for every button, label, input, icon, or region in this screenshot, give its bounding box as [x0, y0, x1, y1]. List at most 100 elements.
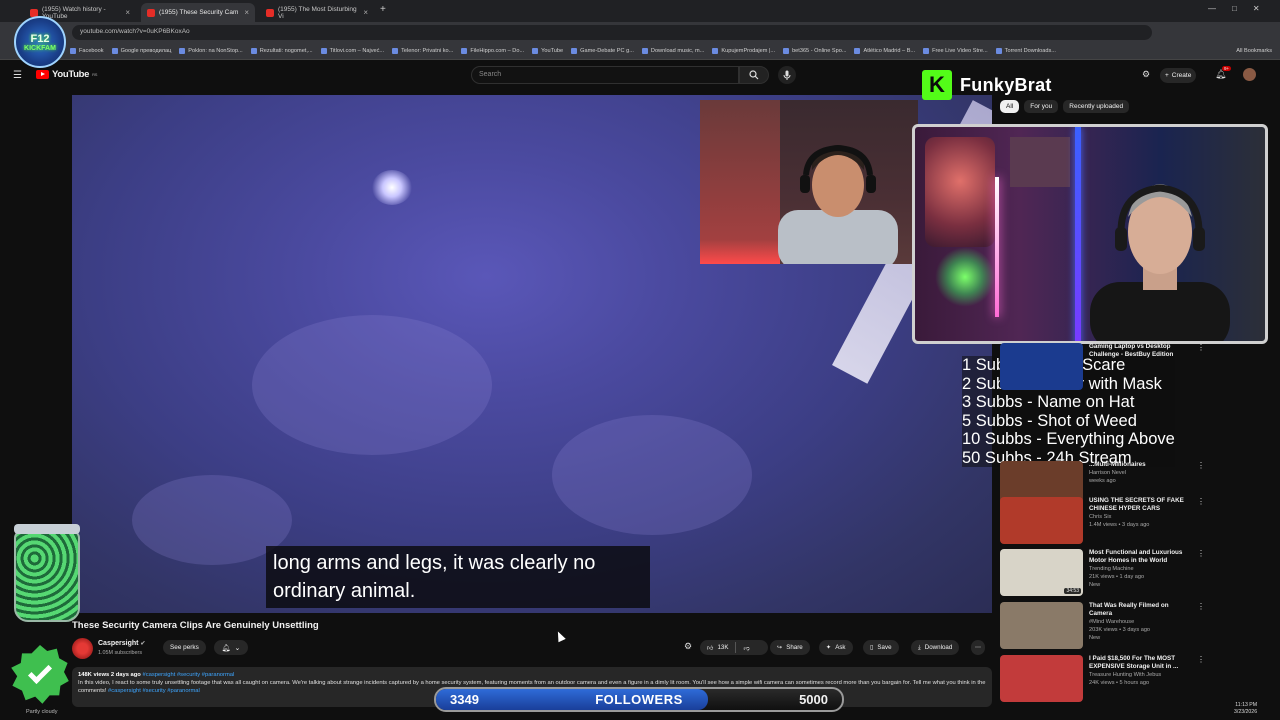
- channel-avatar[interactable]: [72, 638, 93, 659]
- search-button[interactable]: [739, 66, 769, 84]
- chip-recently-uploaded[interactable]: Recently uploaded: [1063, 100, 1130, 113]
- recommendation-item[interactable]: USING THE SECRETS OF FAKE CHINESE HYPER …: [1000, 497, 1205, 547]
- more-options-icon[interactable]: ⋮: [1197, 497, 1205, 547]
- f12-line-1: F12: [30, 32, 50, 45]
- share-icon: ↪: [777, 644, 783, 651]
- bookmark-label: Free Live Video Stre...: [932, 48, 988, 54]
- create-button[interactable]: + Create: [1160, 68, 1197, 83]
- chip-for-you[interactable]: For you: [1024, 100, 1059, 113]
- account-avatar[interactable]: [1243, 68, 1256, 81]
- bookmark-item[interactable]: Torrent Downloads...: [992, 48, 1060, 54]
- chip-all[interactable]: All: [1000, 100, 1020, 113]
- video-title: USING THE SECRETS OF FAKE CHINESE HYPER …: [1089, 497, 1184, 512]
- bookmark-item[interactable]: Telenor: Privatni ko...: [388, 48, 457, 54]
- bookmark-item[interactable]: YouTube: [528, 48, 567, 54]
- close-window-icon[interactable]: ✕: [1253, 4, 1260, 13]
- bookmark-favicon-icon: [250, 48, 257, 54]
- video-thumbnail[interactable]: [1000, 497, 1083, 544]
- recommendation-item[interactable]: I Paid $18,500 For The MOST EXPENSIVE St…: [1000, 655, 1205, 705]
- close-icon[interactable]: ×: [363, 8, 368, 17]
- video-thumbnail[interactable]: [1000, 602, 1083, 649]
- bookmark-item[interactable]: Facebook: [66, 48, 108, 54]
- new-tab-button[interactable]: +: [380, 4, 386, 15]
- kick-extension-icon[interactable]: ⚙: [684, 641, 692, 652]
- bookmark-item[interactable]: bet365 - Online Spo...: [779, 48, 850, 54]
- region-code: RS: [92, 72, 98, 77]
- kick-extension-icon[interactable]: ⚙: [1142, 69, 1150, 80]
- bookmark-item[interactable]: Free Live Video Stre...: [919, 48, 992, 54]
- maximize-icon[interactable]: □: [1232, 4, 1237, 13]
- bookmark-item[interactable]: Game-Debate PC g...: [567, 48, 638, 54]
- like-dislike-button[interactable]: 👍︎ 13K 👎︎: [700, 640, 768, 655]
- download-label: Download: [924, 644, 953, 651]
- video-stats: 148K views 2 days ago: [78, 672, 141, 678]
- subscription-bell-button[interactable]: 🔔︎ ⌄: [214, 640, 248, 655]
- recommendation-item[interactable]: 34:53 Most Functional and Luxurious Motor…: [1000, 549, 1205, 599]
- more-options-icon[interactable]: ⋮: [1197, 343, 1205, 393]
- f12-kickfam-logo: F12 KICKFAM: [14, 16, 66, 68]
- tab-label: (1955) These Security Cam: [159, 9, 239, 16]
- like-count: 13K: [717, 644, 729, 651]
- wall-sign: [1010, 137, 1070, 187]
- search-input[interactable]: Search: [471, 66, 739, 84]
- neon-leaf-sign: [935, 247, 995, 307]
- more-options-icon[interactable]: ⋮: [1197, 549, 1205, 599]
- voice-search-button[interactable]: [778, 66, 796, 84]
- bookmark-item[interactable]: Atlético Madrid – B...: [850, 48, 919, 54]
- hashtags[interactable]: #caspersight #security #paranormal: [142, 672, 234, 678]
- ask-button[interactable]: ✦ Ask: [819, 640, 853, 655]
- bookmark-label: Facebook: [79, 48, 104, 54]
- sub-goal-item: 5 Subbs - Shot of Weed: [962, 411, 1137, 430]
- sub-goal-item: 3 Subbs - Name on Hat: [962, 393, 1135, 411]
- bookmark-item[interactable]: Titlovi.com – Najveć...: [317, 48, 389, 54]
- download-button[interactable]: ⤓ Download: [911, 640, 960, 655]
- bookmark-favicon-icon: [111, 48, 118, 54]
- all-bookmarks-folder[interactable]: All Bookmarks: [1236, 48, 1280, 54]
- f12-line-2: KICKFAM: [24, 44, 56, 52]
- recommendation-item[interactable]: That Was Really Filmed on Camera #Mind Wa…: [1000, 602, 1205, 652]
- video-title: Gaming Laptop vs Desktop Challenge - Bes…: [1089, 343, 1174, 358]
- video-thumbnail[interactable]: 34:53: [1000, 549, 1083, 596]
- tab-disturbing[interactable]: (1955) The Most Disturbing Vi ×: [260, 3, 374, 22]
- bookmark-favicon-icon: [320, 48, 327, 54]
- light-orb: [372, 170, 412, 205]
- see-perks-button[interactable]: See perks: [163, 640, 206, 655]
- video-thumbnail[interactable]: [1000, 343, 1083, 390]
- more-options-icon[interactable]: ⋮: [1197, 655, 1205, 705]
- thumbs-down-icon[interactable]: 👎︎: [743, 644, 749, 652]
- chevron-down-icon: ⌄: [234, 644, 241, 652]
- verified-badge-overlay: [11, 645, 69, 704]
- minimize-icon[interactable]: —: [1208, 4, 1216, 13]
- more-actions-button[interactable]: ⋯: [971, 640, 986, 655]
- save-button[interactable]: ▯ Save: [863, 640, 899, 655]
- close-icon[interactable]: ×: [244, 8, 249, 17]
- channel-name[interactable]: Caspersight ✔: [98, 640, 145, 647]
- bookmark-item[interactable]: Download music, m...: [638, 48, 708, 54]
- bookmark-item[interactable]: Google преводилац: [108, 48, 176, 54]
- streamer-nameplate: K FunkyBrat: [922, 70, 1052, 100]
- channel-name: Trending Machine: [1089, 566, 1134, 572]
- bookmark-icon: ▯: [870, 644, 874, 651]
- tip-jar-overlay: [14, 524, 80, 622]
- video-thumbnail[interactable]: [1000, 655, 1083, 702]
- bookmark-label: YouTube: [541, 48, 564, 54]
- bookmark-item[interactable]: Rezultati: nogomet,...: [247, 48, 317, 54]
- video-duration: 34:53: [1064, 588, 1081, 594]
- youtube-favicon-icon: [266, 8, 274, 17]
- description-hashtags[interactable]: #caspersight #security #paranormal: [108, 688, 200, 694]
- youtube-logo[interactable]: YouTube RS: [36, 69, 97, 80]
- bookmark-item[interactable]: KupujemProdajem |...: [708, 48, 779, 54]
- bookmark-item[interactable]: FileHippo.com – Do...: [457, 48, 528, 54]
- close-icon[interactable]: ×: [125, 8, 130, 17]
- followers-goal: 5000: [799, 692, 828, 707]
- bookmark-item[interactable]: Poklon: na NonStop...: [175, 48, 246, 54]
- share-button[interactable]: ↪ Share: [770, 640, 810, 655]
- url-field[interactable]: youtube.com/watch?v=0uKP6BKoxAo: [72, 25, 1152, 40]
- tab-security-cam[interactable]: (1955) These Security Cam ×: [141, 3, 255, 22]
- bookmark-label: FileHippo.com – Do...: [470, 48, 525, 54]
- bookmark-favicon-icon: [179, 48, 186, 54]
- bookmarks-bar: Facebook Google преводилац Poklon: na NonS…: [0, 43, 1280, 60]
- menu-icon[interactable]: ☰: [13, 70, 22, 81]
- recommendation-item[interactable]: Gaming Laptop vs Desktop Challenge - Bes…: [1000, 343, 1205, 393]
- more-options-icon[interactable]: ⋮: [1197, 602, 1205, 652]
